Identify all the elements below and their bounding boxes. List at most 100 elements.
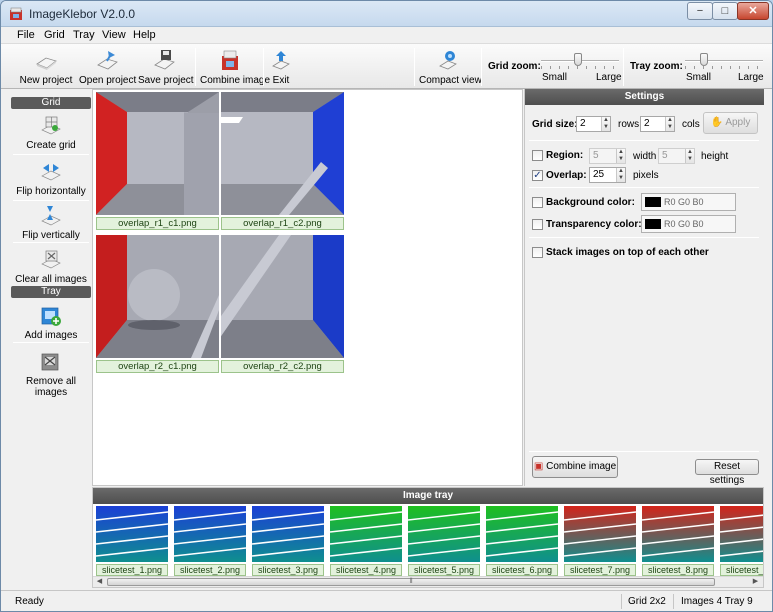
grid-tile-caption: overlap_r1_c1.png — [96, 217, 219, 230]
apply-button[interactable]: ✋ Apply — [703, 112, 758, 134]
close-button[interactable]: ✕ — [737, 2, 769, 20]
stack-images-label: Stack images on top of each other — [546, 247, 709, 258]
grid-zoom-slider[interactable] — [541, 53, 619, 69]
flip-horizontally-button[interactable]: Flip horizontally — [11, 160, 91, 197]
cols-spinner[interactable]: 2 ▲ ▼ — [640, 116, 675, 132]
left-separator — [13, 342, 89, 343]
grid-zoom-thumb[interactable] — [574, 53, 582, 66]
status-bar: Ready Grid 2x2 Images 4 Tray 9 — [1, 590, 772, 611]
grid-tile-image — [96, 235, 219, 358]
exit-button[interactable]: Exit — [267, 46, 295, 88]
create-grid-button[interactable]: Create grid — [11, 114, 91, 151]
toolbar-separator — [195, 48, 196, 86]
grid-zoom-large-label: Large — [596, 72, 622, 83]
grid-zoom-label: Grid zoom: — [488, 61, 541, 72]
menu-help[interactable]: Help — [133, 29, 156, 41]
new-project-icon — [36, 57, 57, 70]
save-project-label: Save project — [138, 75, 194, 86]
scroll-right-icon[interactable]: ▶ — [750, 577, 761, 587]
open-project-button[interactable]: Open project — [79, 46, 137, 88]
grid-size-label: Grid size: — [532, 119, 578, 130]
toolbar-separator — [623, 48, 624, 86]
background-color-checkbox[interactable] — [532, 197, 543, 208]
tray-scroll-thumb[interactable]: ⦀ — [107, 578, 715, 586]
tray-item-image — [642, 506, 714, 562]
add-images-icon — [41, 307, 61, 326]
remove-all-images-button[interactable]: Remove all images — [11, 350, 91, 398]
menu-grid[interactable]: Grid — [44, 29, 65, 41]
tray-item-image — [408, 506, 480, 562]
width-label: width — [633, 151, 657, 162]
tray-item-caption: slicetest_8.png — [642, 564, 714, 576]
transparency-color-checkbox[interactable] — [532, 219, 543, 230]
minimize-button[interactable]: − — [687, 2, 713, 20]
status-grid: Grid 2x2 — [628, 596, 666, 607]
settings-panel: Settings Grid size: 2 ▲ ▼ rows 2 ▲ ▼ cols … — [524, 89, 764, 486]
open-project-icon — [97, 51, 118, 70]
open-project-label: Open project — [79, 75, 137, 86]
menu-file[interactable]: File — [17, 29, 35, 41]
tray-zoom-slider[interactable] — [685, 53, 763, 69]
region-height-value: 5 — [662, 150, 668, 161]
new-project-label: New project — [19, 75, 73, 86]
status-counts: Images 4 Tray 9 — [681, 596, 753, 607]
clear-all-images-icon — [41, 250, 61, 269]
transparency-color-value: R0 G0 B0 — [664, 219, 704, 229]
background-color-picker[interactable]: R0 G0 B0 — [641, 193, 736, 211]
create-grid-icon — [41, 116, 61, 135]
cols-value: 2 — [644, 118, 650, 129]
overlap-spinner[interactable]: 25 ▲ ▼ — [589, 167, 626, 183]
tray-item-caption: slicetest_4.png — [330, 564, 402, 576]
transparency-color-label: Transparency color: — [546, 219, 642, 230]
region-width-spinner[interactable]: 5 ▲ ▼ — [589, 148, 626, 164]
grid-tile-caption: overlap_r1_c2.png — [221, 217, 344, 230]
spinner-arrows-icon[interactable]: ▲ ▼ — [685, 149, 694, 163]
new-project-button[interactable]: New project — [19, 46, 73, 88]
stack-images-checkbox[interactable] — [532, 247, 543, 258]
spinner-arrows-icon[interactable]: ▲ ▼ — [665, 117, 674, 131]
tray-zoom-thumb[interactable] — [700, 53, 708, 66]
scroll-left-icon[interactable]: ◀ — [94, 577, 105, 587]
add-images-button[interactable]: Add images — [11, 304, 91, 341]
combine-image-button[interactable]: Combine image — [200, 46, 270, 88]
tray-zoom-large-label: Large — [738, 72, 764, 83]
title-bar: ImageKlebor V2.0.0 − □ ✕ — [1, 1, 772, 27]
maximize-button[interactable]: □ — [712, 2, 738, 20]
apply-icon: ✋ — [710, 117, 726, 128]
main-window: ImageKlebor V2.0.0 − □ ✕ File Grid Tray … — [0, 0, 773, 612]
reset-settings-button[interactable]: Reset settings — [695, 459, 759, 486]
spinner-arrows-icon[interactable]: ▲ ▼ — [616, 149, 625, 163]
tray-item-image — [486, 506, 558, 562]
grid-zoom-small-label: Small — [542, 72, 568, 83]
settings-separator — [529, 187, 759, 188]
tray-zoom-small-label: Small — [686, 72, 712, 83]
left-separator — [13, 200, 89, 201]
menu-view[interactable]: View — [102, 29, 126, 41]
rows-spinner[interactable]: 2 ▲ ▼ — [576, 116, 611, 132]
overlap-checkbox[interactable]: ✓ — [532, 170, 543, 181]
transparency-color-picker[interactable]: R0 G0 B0 — [641, 215, 736, 233]
tray-item-image — [252, 506, 324, 562]
cols-label: cols — [682, 119, 700, 130]
height-label: height — [701, 151, 729, 162]
spinner-arrows-icon[interactable]: ▲ ▼ — [616, 168, 625, 182]
region-height-spinner[interactable]: 5 ▲ ▼ — [658, 148, 695, 164]
clear-all-images-button[interactable]: Clear all images — [11, 248, 91, 285]
compact-view-button[interactable]: Compact view — [419, 46, 482, 88]
tray-item-caption: slicetest_3.png — [252, 564, 324, 576]
tray-horizontal-scrollbar[interactable]: ◀ ⦀ ▶ — [93, 576, 763, 587]
region-checkbox[interactable] — [532, 150, 543, 161]
combine-image-panel-button[interactable]: ▣ Combine image — [532, 456, 618, 478]
tray-item-caption: slicetest_6.png — [486, 564, 558, 576]
menu-bar: File Grid Tray View Help — [1, 27, 772, 43]
clear-all-images-label: Clear all images — [15, 274, 87, 285]
flip-vertically-button[interactable]: Flip vertically — [11, 204, 91, 241]
combine-image-panel-label: Combine image — [546, 461, 617, 472]
spinner-arrows-icon[interactable]: ▲ ▼ — [601, 117, 610, 131]
remove-all-images-label: Remove all images — [25, 376, 77, 398]
overlap-label: Overlap: — [546, 170, 587, 181]
exit-icon — [272, 51, 290, 70]
save-project-button[interactable]: Save project — [138, 46, 194, 88]
tray-item-image — [564, 506, 636, 562]
menu-tray[interactable]: Tray — [73, 29, 95, 41]
